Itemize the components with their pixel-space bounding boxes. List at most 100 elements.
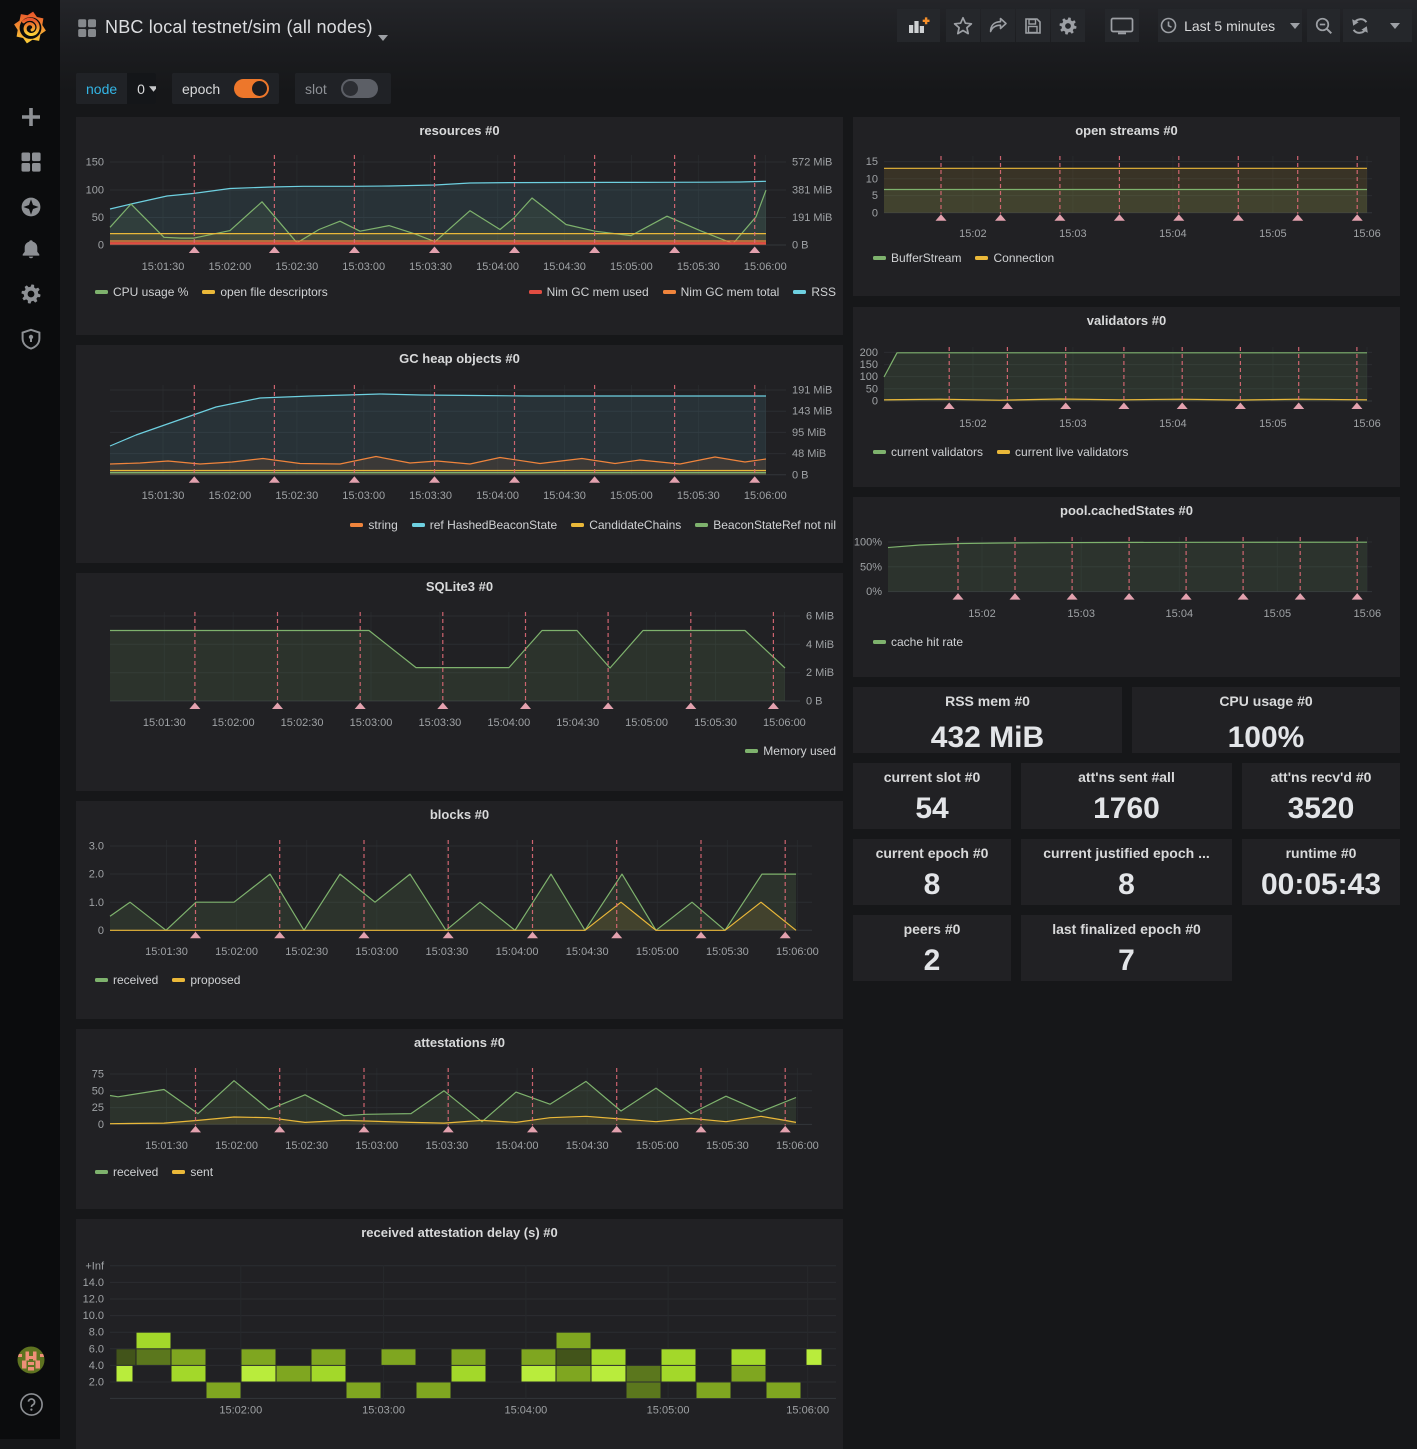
svg-text:150: 150 (860, 359, 878, 371)
svg-text:2 MiB: 2 MiB (806, 667, 834, 679)
svg-text:15:03:00: 15:03:00 (355, 1140, 398, 1152)
svg-text:50: 50 (92, 1085, 104, 1097)
svg-text:572 MiB: 572 MiB (792, 157, 832, 169)
svg-text:2.0: 2.0 (89, 1377, 104, 1389)
svg-text:15:01:30: 15:01:30 (145, 1140, 188, 1152)
svg-text:15:05:00: 15:05:00 (610, 261, 653, 273)
svg-text:6 MiB: 6 MiB (806, 611, 834, 623)
svg-text:15:03: 15:03 (1059, 418, 1087, 430)
svg-text:15:03:00: 15:03:00 (342, 490, 385, 502)
svg-text:10: 10 (866, 173, 878, 185)
svg-text:5: 5 (872, 190, 878, 202)
svg-text:+Inf: +Inf (85, 1260, 105, 1272)
svg-text:15:02:30: 15:02:30 (275, 261, 318, 273)
svg-text:15:03: 15:03 (1059, 228, 1087, 240)
svg-text:0 B: 0 B (792, 240, 809, 252)
svg-text:15:01:30: 15:01:30 (145, 946, 188, 958)
svg-text:15:04: 15:04 (1159, 228, 1187, 240)
svg-text:143 MiB: 143 MiB (792, 406, 832, 418)
svg-text:15:02: 15:02 (959, 418, 987, 430)
svg-text:15:05: 15:05 (1264, 608, 1292, 620)
svg-text:95 MiB: 95 MiB (792, 427, 826, 439)
svg-text:100: 100 (860, 371, 878, 383)
svg-text:191 MiB: 191 MiB (792, 385, 832, 397)
svg-text:15:05:00: 15:05:00 (636, 1140, 679, 1152)
svg-text:15:01:30: 15:01:30 (142, 261, 185, 273)
svg-text:0: 0 (98, 1119, 104, 1131)
svg-text:15:06:00: 15:06:00 (776, 946, 819, 958)
svg-text:15:05:30: 15:05:30 (694, 717, 737, 729)
svg-text:8.0: 8.0 (89, 1327, 104, 1339)
svg-text:15:04:00: 15:04:00 (476, 490, 519, 502)
svg-text:15:05:00: 15:05:00 (636, 946, 679, 958)
svg-text:15: 15 (866, 156, 878, 168)
svg-text:0: 0 (872, 396, 878, 408)
svg-text:50: 50 (92, 212, 104, 224)
svg-text:15:05:30: 15:05:30 (706, 946, 749, 958)
svg-text:3.0: 3.0 (89, 841, 104, 853)
svg-text:15:04:30: 15:04:30 (566, 946, 609, 958)
svg-text:15:04:30: 15:04:30 (556, 717, 599, 729)
svg-text:15:02:00: 15:02:00 (215, 946, 258, 958)
svg-text:2.0: 2.0 (89, 869, 104, 881)
svg-text:15:02:00: 15:02:00 (219, 1405, 262, 1417)
svg-text:15:05: 15:05 (1259, 228, 1287, 240)
svg-text:15:02:00: 15:02:00 (212, 717, 255, 729)
svg-text:0: 0 (98, 925, 104, 937)
svg-text:15:06:00: 15:06:00 (776, 1140, 819, 1152)
svg-text:15:06: 15:06 (1353, 228, 1381, 240)
svg-text:15:06:00: 15:06:00 (786, 1405, 829, 1417)
svg-text:15:03: 15:03 (1067, 608, 1095, 620)
svg-text:15:03:30: 15:03:30 (425, 1140, 468, 1152)
svg-text:15:05:00: 15:05:00 (647, 1405, 690, 1417)
svg-text:15:03:00: 15:03:00 (355, 946, 398, 958)
svg-text:50: 50 (866, 383, 878, 395)
svg-text:6.0: 6.0 (89, 1343, 104, 1355)
svg-text:14.0: 14.0 (83, 1277, 104, 1289)
svg-text:50%: 50% (860, 561, 882, 573)
svg-text:15:05:30: 15:05:30 (677, 490, 720, 502)
svg-text:0%: 0% (866, 586, 882, 598)
svg-text:15:04:00: 15:04:00 (496, 1140, 539, 1152)
svg-text:15:04:30: 15:04:30 (543, 490, 586, 502)
svg-text:15:04: 15:04 (1159, 418, 1187, 430)
svg-text:15:04:00: 15:04:00 (487, 717, 530, 729)
svg-text:100%: 100% (854, 537, 882, 549)
svg-text:48 MiB: 48 MiB (792, 448, 826, 460)
svg-text:15:05:30: 15:05:30 (677, 261, 720, 273)
svg-text:15:01:30: 15:01:30 (142, 490, 185, 502)
svg-text:15:05: 15:05 (1259, 418, 1287, 430)
svg-text:15:06:00: 15:06:00 (744, 261, 787, 273)
svg-text:4.0: 4.0 (89, 1360, 104, 1372)
svg-text:0 B: 0 B (806, 696, 823, 708)
svg-text:0: 0 (98, 240, 104, 252)
svg-text:15:01:30: 15:01:30 (143, 717, 186, 729)
svg-text:15:02:30: 15:02:30 (281, 717, 324, 729)
svg-text:12.0: 12.0 (83, 1294, 104, 1306)
svg-text:191 MiB: 191 MiB (792, 212, 832, 224)
svg-text:15:06:00: 15:06:00 (763, 717, 806, 729)
svg-text:200: 200 (860, 347, 878, 359)
svg-text:15:06: 15:06 (1353, 418, 1381, 430)
svg-text:0: 0 (872, 207, 878, 219)
svg-text:15:06: 15:06 (1354, 608, 1382, 620)
svg-text:15:02:30: 15:02:30 (285, 1140, 328, 1152)
svg-text:0 B: 0 B (792, 469, 809, 481)
svg-text:4 MiB: 4 MiB (806, 639, 834, 651)
svg-text:15:04:00: 15:04:00 (476, 261, 519, 273)
svg-text:15:02:30: 15:02:30 (285, 946, 328, 958)
svg-text:1.0: 1.0 (89, 897, 104, 909)
svg-text:10.0: 10.0 (83, 1310, 104, 1322)
svg-text:15:03:00: 15:03:00 (350, 717, 393, 729)
svg-text:15:05:00: 15:05:00 (610, 490, 653, 502)
svg-text:15:04: 15:04 (1166, 608, 1194, 620)
svg-text:15:04:30: 15:04:30 (543, 261, 586, 273)
svg-text:15:05:30: 15:05:30 (706, 1140, 749, 1152)
svg-text:15:03:30: 15:03:30 (418, 717, 461, 729)
svg-text:15:02: 15:02 (959, 228, 987, 240)
svg-text:381 MiB: 381 MiB (792, 185, 832, 197)
svg-text:15:02: 15:02 (968, 608, 996, 620)
svg-text:15:04:00: 15:04:00 (504, 1405, 547, 1417)
svg-text:15:03:30: 15:03:30 (409, 261, 452, 273)
svg-text:15:02:30: 15:02:30 (275, 490, 318, 502)
